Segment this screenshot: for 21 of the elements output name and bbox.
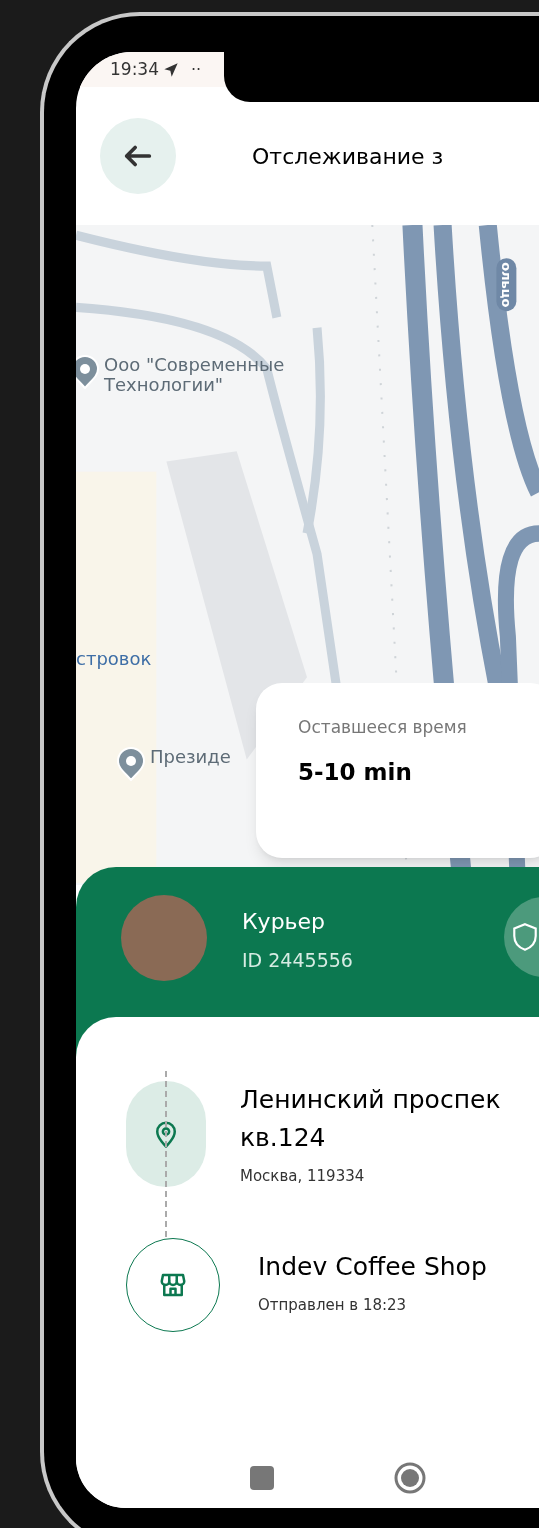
stop-title: Ленинский проспек — [240, 1084, 501, 1116]
road-label: ольцо — [496, 258, 517, 312]
page-title: Отслеживание з — [252, 142, 444, 171]
stop-title: кв.124 — [240, 1122, 327, 1154]
eta-label: Оставшееся время — [298, 716, 468, 739]
stop-title: Indev Coffee Shop — [258, 1250, 487, 1283]
status-time: 19:34 — [110, 57, 159, 81]
district-label: стровок — [76, 647, 152, 671]
status-dots: ·· — [191, 58, 202, 81]
courier-role: Курьер — [242, 908, 327, 936]
place-label: Президе — [150, 747, 232, 767]
map-pin-icon — [116, 747, 146, 781]
send-arrow-icon — [163, 61, 179, 78]
map-pin-icon — [76, 355, 100, 389]
shield-icon — [512, 922, 538, 952]
home-icon[interactable] — [394, 1462, 426, 1494]
stop-subtitle: Отправлен в 18:23 — [258, 1294, 408, 1316]
courier-id: ID 2445556 — [242, 948, 353, 973]
place-label: Ооо "Современные Технологии" — [104, 355, 286, 395]
eta-value: 5-10 min — [298, 757, 413, 787]
stop-subtitle: Москва, 119334 — [240, 1166, 366, 1187]
